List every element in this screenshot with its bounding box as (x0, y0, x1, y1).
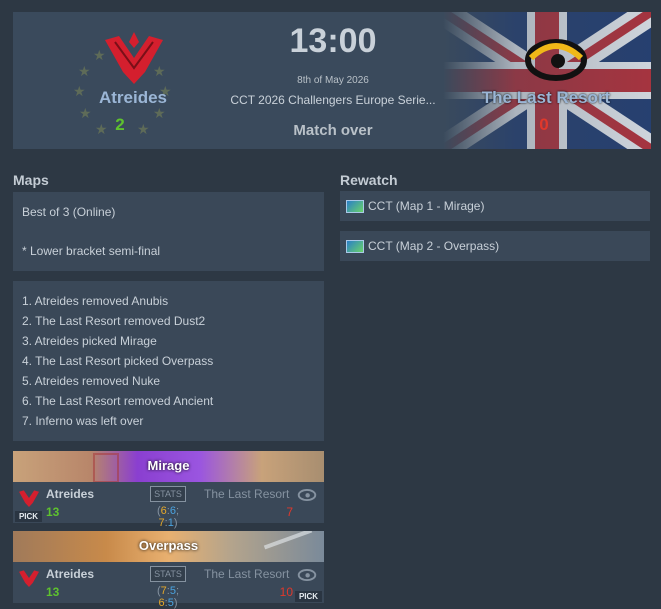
half2-t: 5 (167, 597, 174, 609)
veto-line: 4. The Last Resort picked Overpass (22, 354, 214, 368)
half2-t: 1 (167, 517, 174, 529)
video-thumbnail-icon (346, 200, 364, 213)
team2-score: 0 (539, 115, 549, 134)
map-result-card: Mirage PICK Atreides 13 STATS (6:6; 7:1)… (13, 451, 324, 529)
map-result-card: Overpass Atreides 13 STATS (7:5; 6:5) Th… (13, 531, 324, 609)
veto-line: 7. Inferno was left over (22, 414, 144, 428)
stats-button[interactable]: STATS (150, 566, 186, 582)
event-link[interactable]: CCT 2026 Challengers Europe Serie... (213, 93, 453, 107)
atreides-mini-logo-icon (19, 490, 39, 507)
half1-ct: 6 (160, 505, 167, 517)
match-header: ★ ★ ★ ★ ★ ★ ★ ★ ★ ★ ★ Atreides 2 The Las… (13, 12, 651, 149)
match-status: Match over (293, 122, 373, 139)
map-team1-name: Atreides (46, 487, 95, 501)
team1-score: 2 (115, 115, 125, 134)
the-last-resort-mini-logo-icon (297, 488, 317, 502)
stats-button[interactable]: STATS (150, 486, 186, 502)
map-team1-name: Atreides (46, 567, 95, 581)
veto-line: 6. The Last Resort removed Ancient (22, 394, 214, 408)
atreides-logo-icon (105, 32, 163, 84)
map-team1-score: 13 (46, 505, 60, 519)
veto-line: 3. Atreides picked Mirage (22, 334, 157, 348)
atreides-mini-logo-icon (19, 570, 39, 587)
half1-t: 5 (169, 585, 176, 597)
map-team2-name: The Last Resort (204, 487, 290, 501)
map-team2-score: 7 (286, 505, 293, 519)
the-last-resort-logo-icon (525, 39, 587, 81)
half2-ct: 7 (158, 517, 165, 529)
format-box: Best of 3 (Online) * Lower bracket semi-… (13, 192, 324, 271)
map-name: Overpass (138, 538, 199, 553)
match-time: 13:00 (289, 22, 377, 60)
half1-ct: 7 (160, 585, 167, 597)
maps-section-title: Maps (13, 172, 49, 188)
format-text: Best of 3 (Online) (22, 205, 116, 219)
team1-name[interactable]: Atreides (73, 88, 193, 108)
half-scores: (7:5; 6:5) (156, 585, 180, 609)
rewatch-item[interactable]: CCT (Map 2 - Overpass) (340, 231, 650, 261)
the-last-resort-mini-logo-icon (297, 568, 317, 582)
team2-name[interactable]: The Last Resort (471, 88, 621, 108)
half-scores: (6:6; 7:1) (156, 505, 180, 529)
map-team2-score: 10 (279, 585, 293, 599)
map-team2-name: The Last Resort (204, 567, 290, 581)
map-banner-mirage: Mirage (13, 451, 324, 482)
rewatch-section-title: Rewatch (340, 172, 398, 188)
veto-line: 5. Atreides removed Nuke (22, 374, 161, 388)
veto-line: 1. Atreides removed Anubis (22, 294, 169, 308)
rewatch-label: CCT (Map 2 - Overpass) (368, 239, 500, 253)
rewatch-label: CCT (Map 1 - Mirage) (368, 199, 485, 213)
video-thumbnail-icon (346, 240, 364, 253)
half1-t: 6 (169, 505, 176, 517)
map-team1-score: 13 (46, 585, 60, 599)
veto-line: 2. The Last Resort removed Dust2 (22, 314, 206, 328)
map-name: Mirage (147, 458, 190, 473)
veto-box: 1. Atreides removed Anubis 2. The Last R… (13, 281, 324, 441)
map-banner-overpass: Overpass (13, 531, 324, 562)
rewatch-item[interactable]: CCT (Map 1 - Mirage) (340, 191, 650, 221)
format-note: * Lower bracket semi-final (22, 244, 161, 258)
pick-badge: PICK (295, 591, 322, 602)
pick-badge: PICK (15, 511, 42, 522)
half2-ct: 6 (158, 597, 165, 609)
match-date: 8th of May 2026 (297, 75, 369, 86)
